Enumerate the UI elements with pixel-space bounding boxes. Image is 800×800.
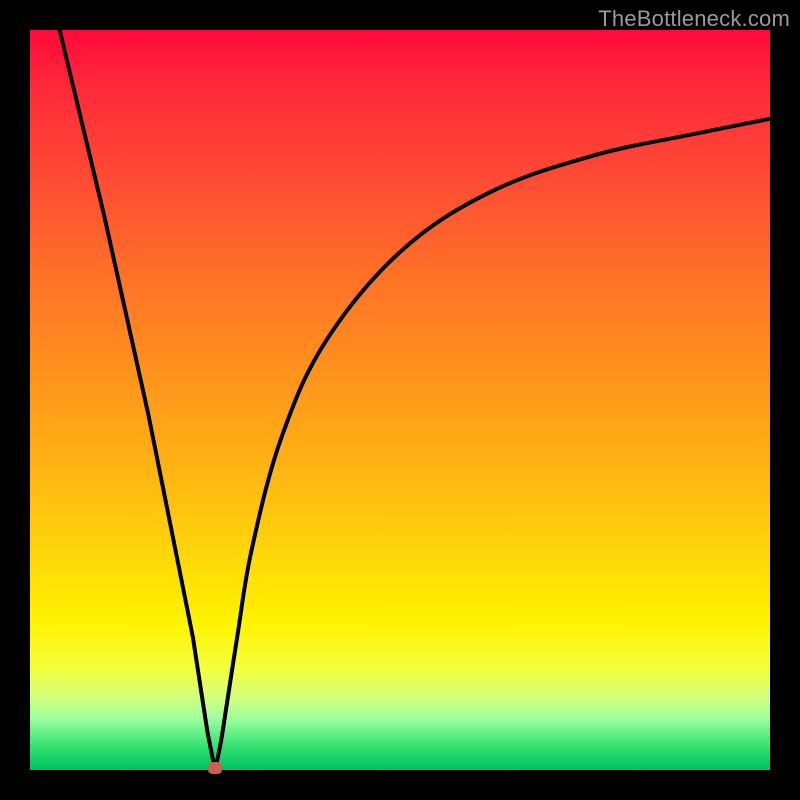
minimum-marker xyxy=(208,762,222,774)
watermark-text: TheBottleneck.com xyxy=(598,6,790,32)
chart-frame: TheBottleneck.com xyxy=(0,0,800,800)
bottleneck-curve xyxy=(30,30,770,770)
plot-area xyxy=(30,30,770,770)
